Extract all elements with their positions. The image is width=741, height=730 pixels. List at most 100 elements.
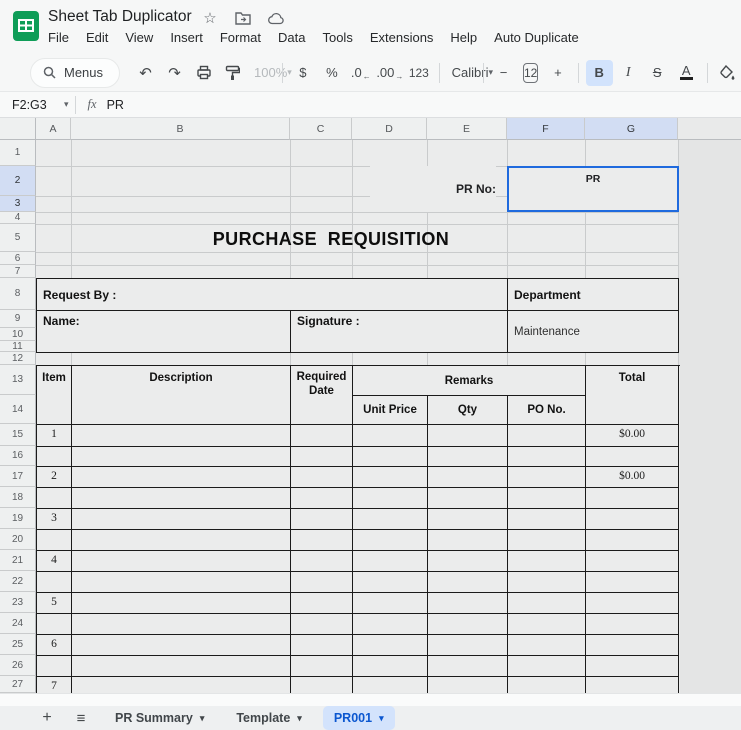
table-cell[interactable]	[428, 614, 508, 635]
table-cell[interactable]	[72, 467, 291, 488]
row-header-25[interactable]: 25	[0, 634, 36, 655]
table-cell[interactable]	[508, 614, 586, 635]
formula-input[interactable]: PR	[107, 98, 124, 112]
table-cell[interactable]	[353, 677, 428, 693]
department-header-cell[interactable]: Department	[507, 278, 679, 311]
table-cell[interactable]	[508, 593, 586, 614]
table-cell[interactable]	[291, 614, 353, 635]
row-header-12[interactable]: 12	[0, 352, 36, 365]
total-cell[interactable]: $0.00	[586, 467, 679, 488]
menu-item-tools[interactable]: Tools	[322, 30, 352, 45]
row-header-17[interactable]: 17	[0, 466, 36, 487]
select-all-corner[interactable]	[0, 118, 36, 140]
item-number-cell[interactable]	[37, 530, 72, 551]
decrease-decimal-button[interactable]: .0←	[347, 60, 374, 86]
increase-decimal-button[interactable]: .00→	[376, 60, 403, 86]
document-title[interactable]: Sheet Tab Duplicator	[48, 8, 192, 26]
column-header-e[interactable]: E	[427, 118, 507, 140]
print-button[interactable]	[190, 60, 217, 86]
scroll-strip[interactable]	[0, 693, 741, 706]
bold-button[interactable]: B	[586, 60, 613, 86]
table-cell[interactable]	[291, 488, 353, 509]
name-cell[interactable]: Name:	[36, 310, 291, 353]
table-cell[interactable]	[291, 572, 353, 593]
table-cell[interactable]	[508, 530, 586, 551]
table-cell[interactable]	[428, 509, 508, 530]
item-number-cell[interactable]: 4	[37, 551, 72, 572]
item-number-cell[interactable]: 7	[37, 677, 72, 693]
sheet-tab-pr001[interactable]: PR001▾	[323, 706, 395, 730]
row-header-26[interactable]: 26	[0, 655, 36, 676]
table-cell[interactable]	[353, 593, 428, 614]
table-cell[interactable]	[508, 447, 586, 467]
items-header-unit-price[interactable]: Unit Price	[353, 396, 428, 425]
row-header-9[interactable]: 9	[0, 310, 36, 328]
column-header-f[interactable]: F	[507, 118, 585, 140]
row-header-1[interactable]: 1	[0, 140, 36, 166]
items-header-qty[interactable]: Qty	[428, 396, 508, 425]
row-header-7[interactable]: 7	[0, 265, 36, 278]
items-header-item[interactable]: Item	[37, 366, 72, 425]
sheet-tab-template[interactable]: Template▾	[225, 706, 312, 730]
total-cell[interactable]	[586, 635, 679, 656]
row-header-14[interactable]: 14	[0, 395, 36, 424]
total-cell[interactable]	[586, 530, 679, 551]
row-header-18[interactable]: 18	[0, 487, 36, 508]
chevron-down-icon[interactable]: ▾	[379, 713, 384, 724]
chevron-down-icon[interactable]: ▾	[297, 713, 302, 724]
menu-item-help[interactable]: Help	[450, 30, 477, 45]
table-cell[interactable]	[353, 425, 428, 447]
italic-button[interactable]: I	[615, 60, 642, 86]
item-number-cell[interactable]: 2	[37, 467, 72, 488]
item-number-cell[interactable]	[37, 614, 72, 635]
items-header-po-no[interactable]: PO No.	[508, 396, 586, 425]
menu-item-view[interactable]: View	[125, 30, 153, 45]
row-header-5[interactable]: 5	[0, 224, 36, 252]
sheets-logo-icon[interactable]	[12, 9, 40, 43]
chevron-down-icon[interactable]: ▾	[64, 99, 69, 110]
text-color-button[interactable]: A	[673, 60, 700, 86]
table-cell[interactable]	[72, 635, 291, 656]
decrease-font-size-button[interactable]: −	[490, 60, 517, 86]
table-cell[interactable]	[291, 530, 353, 551]
currency-format-button[interactable]: $	[289, 60, 316, 86]
cloud-status-icon[interactable]	[267, 9, 285, 27]
menu-item-edit[interactable]: Edit	[86, 30, 108, 45]
table-cell[interactable]	[72, 425, 291, 447]
menu-item-file[interactable]: File	[48, 30, 69, 45]
request-by-cell[interactable]: Request By :	[36, 278, 508, 311]
table-cell[interactable]	[353, 656, 428, 677]
item-number-cell[interactable]	[37, 488, 72, 509]
fill-color-button[interactable]	[714, 60, 741, 86]
percent-format-button[interactable]: %	[318, 60, 345, 86]
total-cell[interactable]	[586, 593, 679, 614]
table-cell[interactable]	[291, 635, 353, 656]
signature-cell[interactable]: Signature :	[290, 310, 508, 353]
table-cell[interactable]	[428, 530, 508, 551]
table-cell[interactable]	[353, 509, 428, 530]
table-cell[interactable]	[72, 593, 291, 614]
table-cell[interactable]	[353, 530, 428, 551]
row-header-10[interactable]: 10	[0, 328, 36, 341]
row-header-23[interactable]: 23	[0, 592, 36, 613]
increase-font-size-button[interactable]: +	[544, 60, 571, 86]
department-value-cell[interactable]: Maintenance	[507, 310, 679, 353]
menu-item-auto-duplicate[interactable]: Auto Duplicate	[494, 30, 579, 45]
pr-no-label[interactable]: PR No:	[370, 166, 496, 212]
row-header-2[interactable]: 2	[0, 166, 36, 196]
table-cell[interactable]	[428, 425, 508, 447]
table-cell[interactable]	[508, 425, 586, 447]
zoom-select[interactable]: 100% ▾	[248, 60, 275, 86]
name-box-cell-ref[interactable]: F2:G3	[12, 98, 64, 112]
table-cell[interactable]	[508, 509, 586, 530]
items-header-remarks[interactable]: Remarks	[353, 366, 586, 396]
redo-button[interactable]: ↷	[161, 60, 188, 86]
table-cell[interactable]	[291, 447, 353, 467]
pr-number-cell-selected[interactable]: PR	[507, 166, 679, 212]
menu-item-extensions[interactable]: Extensions	[370, 30, 434, 45]
table-cell[interactable]	[353, 551, 428, 572]
item-number-cell[interactable]	[37, 572, 72, 593]
table-cell[interactable]	[72, 677, 291, 693]
row-header-13[interactable]: 13	[0, 365, 36, 395]
table-cell[interactable]	[72, 614, 291, 635]
